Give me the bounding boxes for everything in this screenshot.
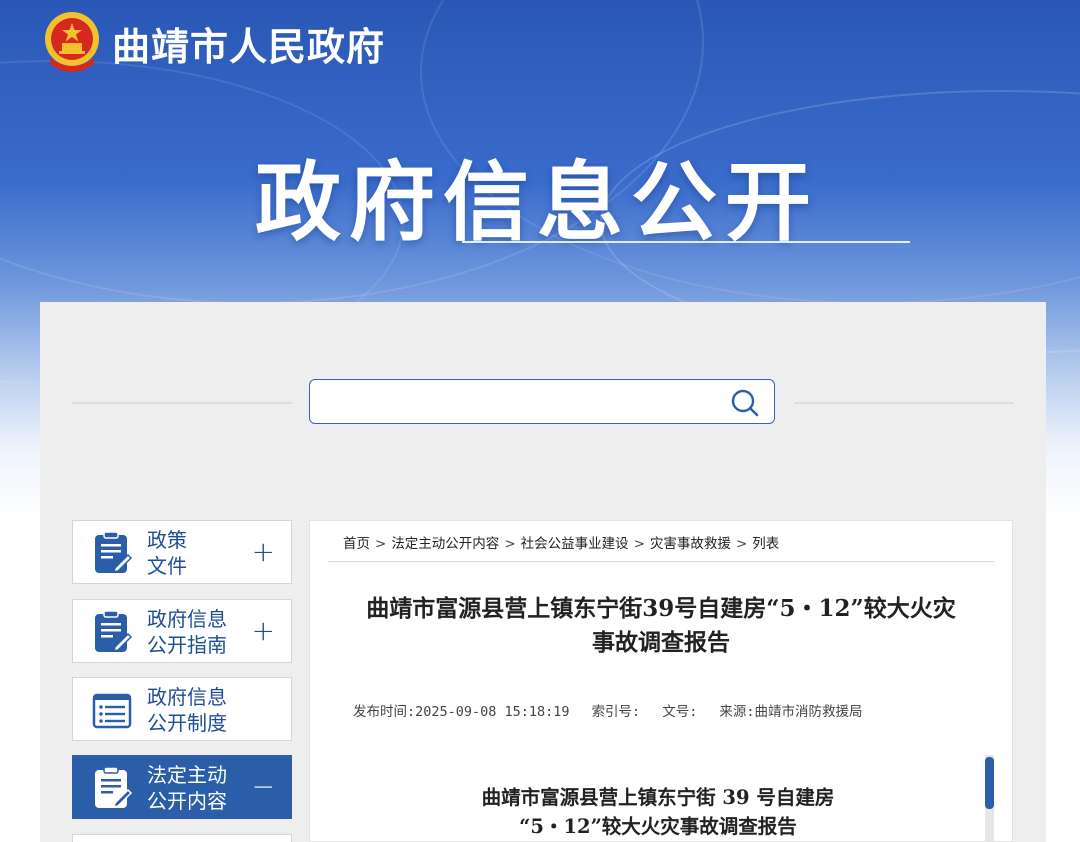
document-number: 文号: [662,704,698,720]
breadcrumb-link[interactable]: 灾害事故救援 [650,536,731,552]
sidebar-item-disclosure-guide[interactable]: 政府信息 公开指南 + [72,599,292,663]
sidebar-item-disclosure-system[interactable]: 政府信息 公开制度 [72,677,292,741]
article-scrollbar-thumb[interactable] [985,757,994,809]
title-underline [462,241,910,243]
sidebar-item-label: 政府信息 公开指南 [147,607,227,657]
source: 来源:曲靖市消防救援局 [719,704,863,720]
list-icon [92,693,132,729]
sidebar-item-next[interactable] [72,834,292,842]
publish-time: 发布时间:2025-09-08 15:18:19 [353,704,570,720]
sidebar-item-label: 政府信息 公开制度 [147,685,227,735]
search-box [309,379,775,424]
sidebar-item-statutory-content[interactable]: 法定主动 公开内容 − [72,755,292,819]
article-title: 曲靖市富源县营上镇东宁街39号自建房“5・12”较大火灾 事故调查报告 [366,595,956,656]
collapse-minus-icon[interactable]: − [252,772,275,802]
sidebar-item-policy-files[interactable]: 政策 文件 + [72,520,292,584]
breadcrumb-link[interactable]: 列表 [752,536,779,552]
national-emblem-icon [45,12,99,72]
document-edit-icon [95,610,133,653]
breadcrumb-home-link[interactable]: 首页 [343,536,370,552]
search-divider-left [72,402,292,404]
sidebar-item-label: 法定主动 公开内容 [147,763,227,813]
search-icon[interactable] [730,388,760,418]
breadcrumb-link[interactable]: 社会公益事业建设 [521,536,629,552]
search-input[interactable] [322,388,716,416]
breadcrumb-link[interactable]: 法定主动公开内容 [391,536,499,552]
document-edit-icon [95,766,133,809]
index-number: 索引号: [591,704,641,720]
expand-plus-icon[interactable]: + [252,616,275,646]
document-edit-icon [95,531,133,574]
expand-plus-icon[interactable]: + [252,537,275,567]
banner-title: 政府信息公开 [255,153,819,253]
breadcrumb-divider [328,561,994,562]
article-body-title: 曲靖市富源县营上镇东宁街 39 号自建房 “5・12”较大火灾事故调查报告 [481,786,835,838]
article-meta: 发布时间:2025-09-08 15:18:19 索引号: 文号: 来源:曲靖市消防救… [353,700,884,720]
sidebar-item-label: 政策 文件 [147,528,187,578]
search-divider-right [794,402,1014,404]
breadcrumb: 首页 > 法定主动公开内容 > 社会公益事业建设 > 灾害事故救援 > 列表 [343,536,780,552]
site-title[interactable]: 曲靖市人民政府 [112,16,385,71]
